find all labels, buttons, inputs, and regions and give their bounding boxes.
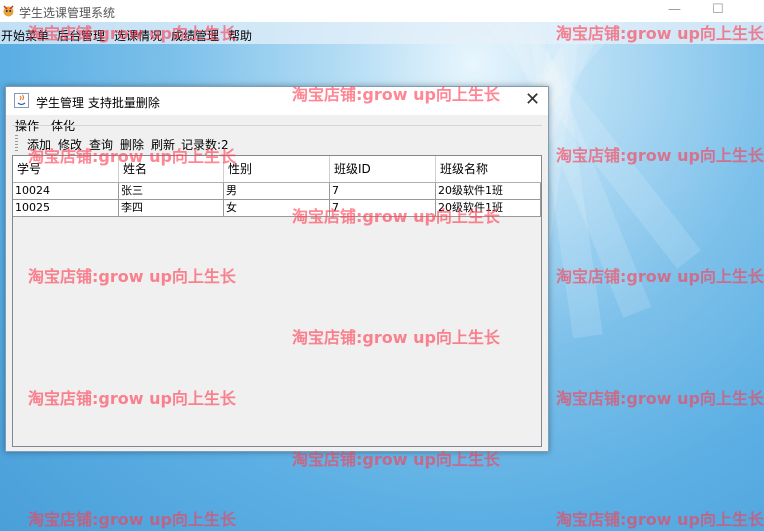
main-window-titlebar: 学生选课管理系统 — ☐ [0,0,764,22]
table-row[interactable]: 10024 张三 男 7 20级软件1班 [13,183,541,200]
column-header[interactable]: 姓名 [119,156,224,182]
column-header[interactable]: 班级ID [330,156,436,182]
column-header[interactable]: 性别 [224,156,330,182]
maximize-button[interactable]: ☐ [712,2,724,17]
close-icon[interactable]: ✕ [525,89,540,110]
add-button[interactable]: 添加 [27,136,51,153]
table-row[interactable]: 10025 李四 女 7 20级软件1班 [13,200,541,217]
delete-button[interactable]: 删除 [120,136,144,153]
menu-help[interactable]: 帮助 [228,27,252,44]
cell-name: 张三 [119,183,224,199]
menu-start[interactable]: 开始菜单 [1,27,49,44]
column-header[interactable]: 班级名称 [436,156,541,182]
minimize-button[interactable]: — [668,2,681,17]
cell-name: 李四 [119,200,224,216]
menu-grades[interactable]: 成绩管理 [171,27,219,44]
cell-class-id: 7 [330,183,436,199]
cell-student-id: 10024 [13,183,119,199]
menu-backend[interactable]: 后台管理 [57,27,105,44]
record-count: 记录数:2 [181,138,229,152]
cell-class-name: 20级软件1班 [436,200,541,216]
student-table: 学号 姓名 性别 班级ID 班级名称 10024 张三 男 7 20级软件1班 … [12,155,542,447]
table-header: 学号 姓名 性别 班级ID 班级名称 [13,156,541,183]
cell-student-id: 10025 [13,200,119,216]
app-icon [3,5,14,17]
menu-bar: 开始菜单 后台管理 选课情况 成绩管理 帮助 [0,22,764,44]
window-title: 学生选课管理系统 [19,6,116,20]
student-management-dialog: 学生管理 支持批量删除 ✕ 操作一体化 添加 修改 查询 删除 刷新 记录数:2… [5,86,549,452]
group-divider [12,125,542,126]
edit-button[interactable]: 修改 [58,136,82,153]
menu-course-selection[interactable]: 选课情况 [114,27,162,44]
cell-gender: 女 [224,200,330,216]
dialog-title: 学生管理 支持批量删除 [36,96,160,110]
cell-class-name: 20级软件1班 [436,183,541,199]
query-button[interactable]: 查询 [89,136,113,153]
cell-gender: 男 [224,183,330,199]
toolbar-grip-handle[interactable] [15,135,18,153]
refresh-button[interactable]: 刷新 [151,136,175,153]
cell-class-id: 7 [330,200,436,216]
dialog-titlebar: 学生管理 支持批量删除 ✕ [6,87,548,115]
column-header[interactable]: 学号 [13,156,119,182]
java-icon [14,93,29,108]
